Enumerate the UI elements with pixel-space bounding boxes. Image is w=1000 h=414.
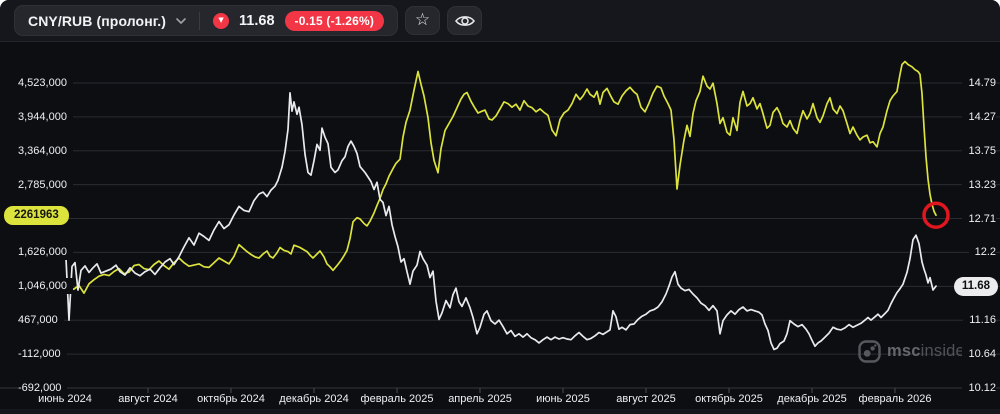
right-axis-label: 12.2 bbox=[968, 244, 996, 261]
x-axis-label: июнь 2025 bbox=[536, 393, 590, 405]
current-value-badge-left: 2261963 bbox=[4, 205, 69, 225]
series-price bbox=[49, 91, 937, 351]
x-axis-label: апрель 2025 bbox=[448, 393, 512, 405]
x-axis-label: август 2025 bbox=[616, 393, 676, 405]
watermark: mscinsider bbox=[858, 340, 971, 363]
right-axis-label: 14.27 bbox=[962, 108, 996, 125]
left-axis-label: 4,523,000 bbox=[18, 75, 73, 91]
down-triangle-glyph: ▼ bbox=[218, 16, 224, 24]
price-down-icon: ▼ bbox=[213, 12, 230, 29]
x-axis-label: октябрь 2025 bbox=[695, 393, 763, 405]
right-axis-label: 13.23 bbox=[962, 176, 996, 193]
right-axis-label: 13.75 bbox=[962, 142, 996, 159]
series-open-interest bbox=[49, 60, 937, 294]
right-axis-label: 12.71 bbox=[962, 210, 996, 227]
chart-widget: CNY/RUB (пролонг.) ▼ 11.68 -0.15 (-1.26%… bbox=[0, 0, 1000, 414]
symbol-selector[interactable]: CNY/RUB (пролонг.) ▼ 11.68 -0.15 (-1.26%… bbox=[14, 5, 399, 36]
x-axis-label: июнь 2024 bbox=[38, 393, 92, 405]
left-axis-label: 3,364,000 bbox=[18, 142, 73, 159]
left-axis-label: -112,000 bbox=[18, 346, 67, 363]
right-axis-label: 10.64 bbox=[962, 346, 996, 363]
left-axis-label: 3,944,000 bbox=[18, 108, 73, 125]
watermark-bold: msc bbox=[887, 342, 921, 360]
x-axis-label: декабрь 2025 bbox=[777, 393, 847, 405]
right-axis-label: 11.16 bbox=[963, 312, 996, 329]
bottom-strip bbox=[0, 409, 1000, 414]
current-value-badge-right: 11.68 bbox=[953, 276, 998, 296]
x-axis-label: октябрь 2024 bbox=[197, 393, 265, 405]
x-axis-label: февраль 2026 bbox=[858, 393, 932, 405]
left-axis-label: 467,000 bbox=[18, 312, 64, 329]
left-axis-label: 1,626,000 bbox=[18, 244, 73, 261]
left-axis-label: 1,046,000 bbox=[18, 278, 73, 295]
mscinsider-logo-icon bbox=[858, 340, 881, 363]
left-axis-label: 2,785,000 bbox=[18, 176, 73, 193]
x-axis-label: август 2024 bbox=[118, 393, 178, 405]
favorite-button[interactable]: ☆ bbox=[405, 6, 441, 35]
x-axis-label: декабрь 2024 bbox=[279, 393, 349, 405]
chart-canvas[interactable] bbox=[0, 0, 1000, 414]
right-axis-label: 14.79 bbox=[962, 75, 996, 91]
star-icon: ☆ bbox=[414, 10, 431, 30]
last-price: 11.68 bbox=[239, 12, 275, 29]
watch-button[interactable] bbox=[447, 6, 483, 35]
chart-header: CNY/RUB (пролонг.) ▼ 11.68 -0.15 (-1.26%… bbox=[0, 0, 1000, 42]
symbol-name: CNY/RUB (пролонг.) bbox=[28, 12, 167, 29]
x-axis-label: февраль 2025 bbox=[360, 393, 434, 405]
right-axis-label: 10.12 bbox=[962, 380, 996, 396]
eye-icon bbox=[454, 14, 475, 28]
header-divider bbox=[199, 11, 201, 30]
chevron-down-icon[interactable] bbox=[176, 18, 186, 24]
price-change-badge: -0.15 (-1.26%) bbox=[284, 10, 385, 31]
